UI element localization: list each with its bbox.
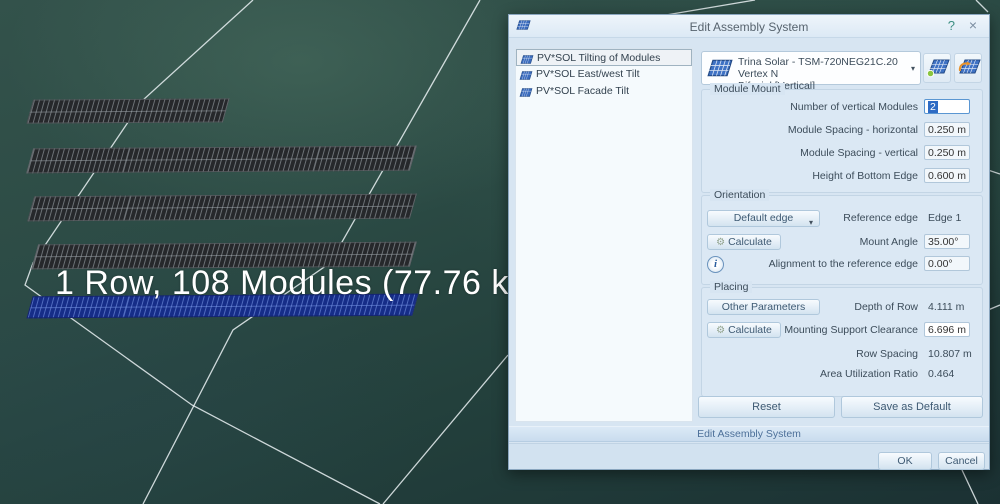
list-item-east-west-tilt[interactable]: PV*SOL East/west Tilt: [516, 66, 692, 83]
list-item-facade-tilt[interactable]: PV*SOL Facade Tilt: [516, 83, 692, 100]
selected-row-label: 1 Row, 108 Modules (77.76 kW: [55, 264, 541, 303]
module-database-button[interactable]: [923, 53, 951, 83]
dialog-titlebar[interactable]: Edit Assembly System ? ×: [509, 15, 989, 38]
list-item-label: PV*SOL Facade Tilt: [536, 85, 629, 97]
assembly-systems-list: PV*SOL Tilting of Modules PV*SOL East/we…: [515, 48, 693, 422]
depth-of-row-label: Depth of Row: [854, 301, 918, 313]
info-icon[interactable]: i: [707, 256, 724, 273]
module-row[interactable]: [26, 146, 417, 174]
solar-panel-icon: [519, 86, 533, 102]
area-utilization-ratio-label: Area Utilization Ratio: [820, 368, 918, 380]
num-vertical-modules-label: Number of vertical Modules: [790, 101, 918, 113]
num-vertical-modules-input[interactable]: 2: [924, 99, 970, 114]
app-window: 1 Row, 108 Modules (77.76 kW Edit Assemb…: [0, 0, 1000, 504]
module-spacing-vertical-input[interactable]: 0.250 m: [924, 145, 970, 160]
ok-button[interactable]: OK: [878, 452, 932, 470]
reference-edge-value: Edge 1: [928, 212, 961, 224]
group-title: Placing: [710, 281, 752, 293]
edit-assembly-system-band[interactable]: Edit Assembly System: [509, 426, 989, 442]
mounting-support-clearance-input[interactable]: 6.696 m: [924, 322, 970, 337]
height-bottom-edge-label: Height of Bottom Edge: [812, 170, 918, 182]
reset-button[interactable]: Reset: [698, 396, 835, 418]
cancel-button[interactable]: Cancel: [938, 452, 985, 470]
save-as-default-button[interactable]: Save as Default: [841, 396, 983, 418]
module-spacing-horizontal-input[interactable]: 0.250 m: [924, 122, 970, 137]
calculate-orientation-button[interactable]: ⚙Calculate: [707, 234, 781, 250]
module-spacing-horizontal-label: Module Spacing - horizontal: [788, 124, 918, 136]
area-utilization-ratio-value: 0.464: [928, 368, 954, 380]
solar-panel-rotate-icon: [957, 58, 981, 78]
module-mount-group: Module Mount Number of vertical Modules …: [701, 89, 983, 193]
reference-edge-dropdown[interactable]: Default edge ▾: [707, 210, 820, 227]
placing-group: Placing Other Parameters Depth of Row 4.…: [701, 287, 983, 397]
gear-icon: ⚙: [716, 237, 725, 248]
dialog-title: Edit Assembly System: [509, 20, 989, 34]
list-item-tilting-of-modules[interactable]: PV*SOL Tilting of Modules: [516, 49, 692, 66]
mounting-support-clearance-label: Mounting Support Clearance: [784, 324, 918, 336]
calculate-placing-button[interactable]: ⚙Calculate: [707, 322, 781, 338]
chevron-down-icon: ▾: [809, 215, 813, 230]
other-parameters-button[interactable]: Other Parameters: [707, 299, 820, 315]
reference-edge-label: Reference edge: [843, 212, 918, 224]
row-spacing-value: 10.807 m: [928, 348, 972, 360]
close-icon[interactable]: ×: [969, 17, 977, 33]
module-row[interactable]: [26, 98, 229, 123]
solar-panel-icon: [707, 59, 733, 80]
help-button[interactable]: ?: [948, 18, 955, 33]
mount-angle-label: Mount Angle: [860, 236, 918, 248]
solar-panel-check-icon: [926, 58, 950, 78]
height-bottom-edge-input[interactable]: 0.600 m: [924, 168, 970, 183]
list-item-label: PV*SOL Tilting of Modules: [537, 52, 660, 64]
dialog-footer: OK Cancel: [509, 443, 989, 469]
chevron-down-icon: ▾: [911, 64, 915, 73]
module-flip-button[interactable]: [954, 53, 982, 83]
mount-angle-input[interactable]: 35.00°: [924, 234, 970, 249]
group-title: Orientation: [710, 189, 769, 201]
list-item-label: PV*SOL East/west Tilt: [536, 68, 639, 80]
module-name-line1: Trina Solar - TSM-720NEG21C.20 Vertex N: [738, 56, 898, 80]
group-title: Module Mount: [710, 83, 785, 95]
orientation-group: Orientation Default edge ▾ Reference edg…: [701, 195, 983, 285]
alignment-label: Alignment to the reference edge: [769, 258, 918, 270]
module-select-dropdown[interactable]: Trina Solar - TSM-720NEG21C.20 Vertex N …: [701, 51, 921, 85]
gear-icon: ⚙: [716, 325, 725, 336]
row-spacing-label: Row Spacing: [856, 348, 918, 360]
alignment-input[interactable]: 0.00°: [924, 256, 970, 271]
module-spacing-vertical-label: Module Spacing - vertical: [800, 147, 918, 159]
edit-assembly-dialog: Edit Assembly System ? × PV*SOL Tilting …: [508, 14, 990, 470]
module-row[interactable]: [27, 194, 417, 222]
depth-of-row-value: 4.111 m: [928, 301, 964, 313]
